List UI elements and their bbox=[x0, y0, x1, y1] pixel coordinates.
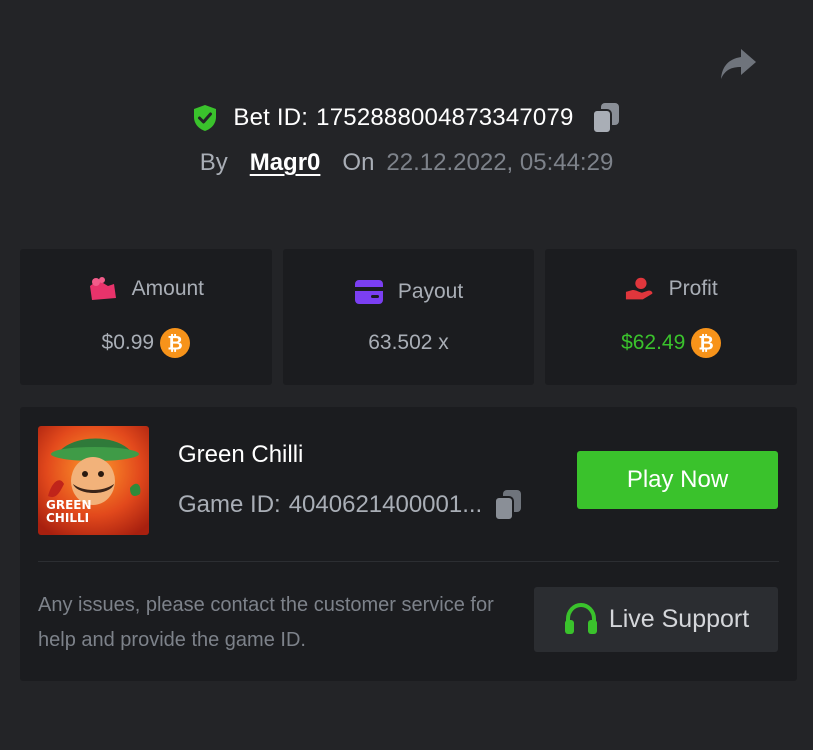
svg-text:₿: ₿ bbox=[167, 334, 182, 355]
profit-label: Profit bbox=[668, 277, 718, 300]
game-title: Green Chilli bbox=[178, 441, 304, 468]
share-icon bbox=[721, 49, 756, 79]
copy-game-id-button[interactable] bbox=[492, 489, 524, 521]
amount-label: Amount bbox=[131, 277, 205, 300]
payout-label: Payout bbox=[397, 280, 464, 303]
profit-card: Profit $62.49 ₿ bbox=[545, 249, 798, 385]
amount-value: $0.99 bbox=[101, 331, 155, 354]
game-id-label: Game ID: bbox=[178, 491, 281, 518]
bitcoin-icon: ₿ bbox=[160, 328, 191, 358]
profit-value: $62.49 bbox=[621, 331, 686, 354]
help-text: Any issues, please contact the customer … bbox=[38, 594, 494, 651]
by-label: By bbox=[199, 149, 228, 176]
play-now-button[interactable]: Play Now bbox=[577, 451, 778, 509]
shield-check-icon bbox=[191, 104, 219, 132]
bet-header: Bet ID: 1752888004873347079 By Magr0 On … bbox=[0, 98, 813, 180]
bet-stats: Amount $0.99 ₿ Payout 63.502 x Profit $6… bbox=[20, 249, 798, 385]
live-support-button[interactable]: Live Support bbox=[534, 587, 778, 652]
bet-id-row: Bet ID: 1752888004873347079 bbox=[0, 98, 813, 138]
copy-icon bbox=[494, 490, 522, 521]
copy-icon bbox=[591, 103, 619, 134]
username-link[interactable]: Magr0 bbox=[250, 149, 321, 177]
live-support-label: Live Support bbox=[608, 605, 750, 633]
bag-icon bbox=[88, 276, 118, 302]
on-label: On bbox=[342, 149, 375, 176]
copy-bet-id-button[interactable] bbox=[590, 102, 622, 134]
bet-date: 22.12.2022, 05:44:29 bbox=[386, 149, 614, 176]
share-button[interactable] bbox=[716, 44, 760, 84]
wallet-icon bbox=[354, 279, 384, 305]
headset-icon bbox=[563, 602, 599, 638]
game-id-value: 4040621400001... bbox=[288, 491, 483, 518]
payout-card: Payout 63.502 x bbox=[282, 249, 535, 385]
game-card: GREEN CHILLI Green Chilli Game ID: 40406… bbox=[20, 407, 797, 681]
game-thumbnail[interactable]: GREEN CHILLI bbox=[38, 426, 149, 535]
bitcoin-icon: ₿ bbox=[691, 328, 722, 358]
amount-card: Amount $0.99 ₿ bbox=[20, 249, 272, 385]
thumb-text-line2: CHILLI bbox=[46, 511, 90, 525]
bet-id-label: Bet ID: bbox=[233, 104, 309, 131]
payout-value: 63.502 x bbox=[368, 331, 449, 354]
bet-id-value: 1752888004873347079 bbox=[316, 104, 574, 131]
bet-author-row: By Magr0 On 22.12.2022, 05:44:29 bbox=[0, 146, 813, 180]
game-id-row: Game ID: 4040621400001... bbox=[178, 489, 524, 521]
hand-coin-icon bbox=[625, 276, 655, 302]
svg-text:₿: ₿ bbox=[699, 334, 714, 355]
divider bbox=[38, 561, 779, 562]
